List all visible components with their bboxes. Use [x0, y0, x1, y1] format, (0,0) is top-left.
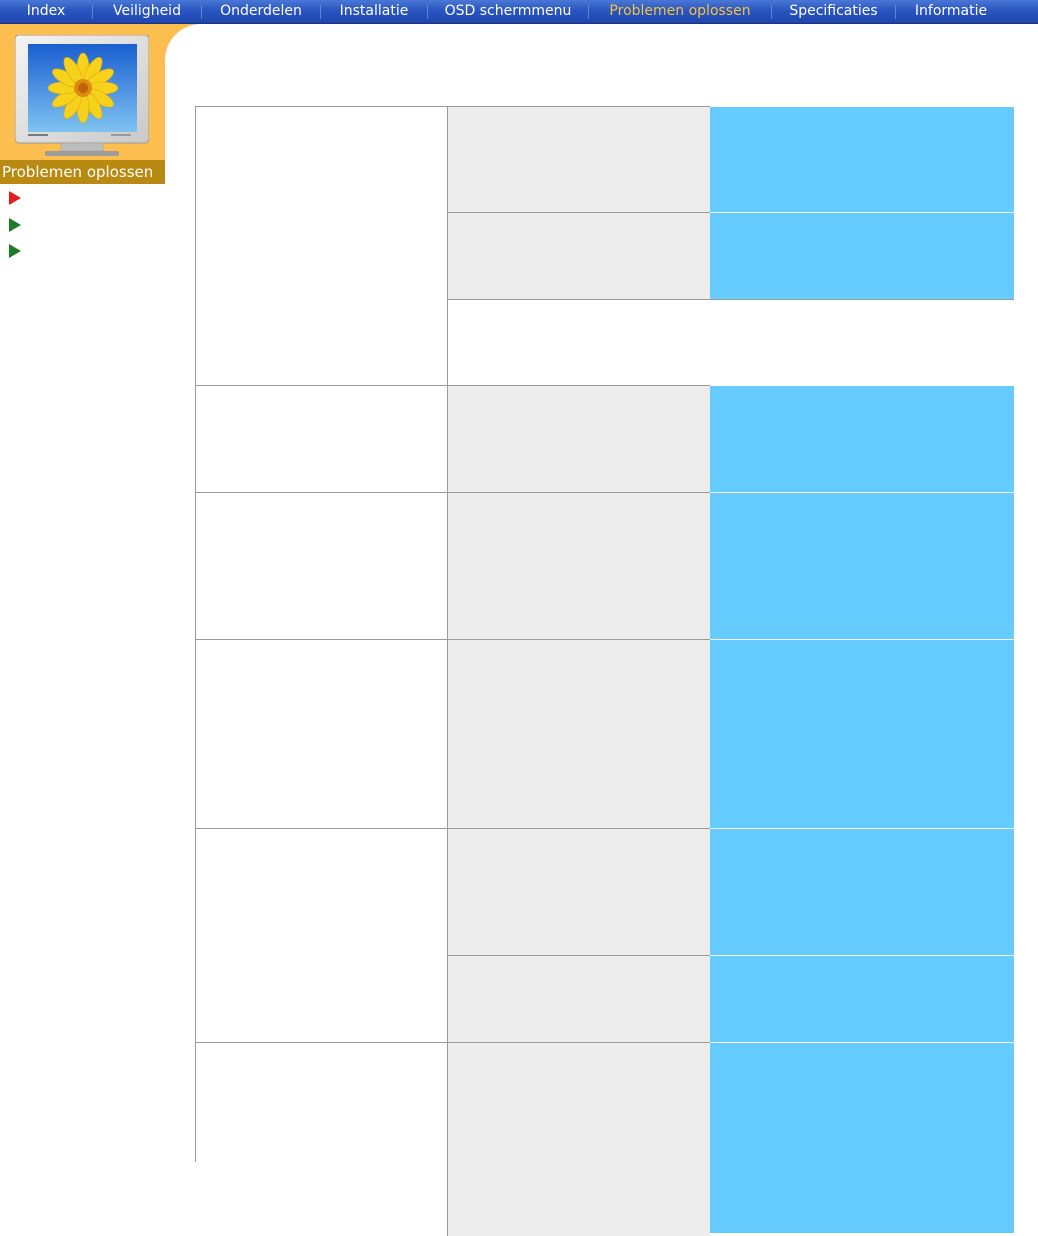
solution-cell [710, 1042, 1014, 1233]
problem-cell [195, 1042, 447, 1162]
problem-cell [195, 828, 447, 1042]
top-navigation: Index Veiligheid Onderdelen Installatie … [0, 0, 1038, 24]
problem-cell [195, 492, 447, 639]
check-cell [447, 828, 710, 955]
check-cell [447, 955, 710, 1042]
problem-cell [195, 385, 447, 492]
check-cell [447, 212, 710, 299]
check-cell [447, 1042, 710, 1236]
nav-index[interactable]: Index [0, 0, 92, 23]
nav-problemen-oplossen[interactable]: Problemen oplossen [589, 0, 771, 23]
section-label: Problemen oplossen [0, 160, 165, 184]
solution-cell [710, 212, 1014, 299]
solution-cell [710, 955, 1014, 1042]
nav-veiligheid[interactable]: Veiligheid [93, 0, 201, 23]
solution-cell [710, 828, 1014, 955]
problem-cell [195, 106, 447, 385]
solution-cell [710, 492, 1014, 639]
green-arrow-icon[interactable] [9, 244, 21, 258]
solution-cell [710, 106, 1014, 212]
nav-installatie[interactable]: Installatie [321, 0, 427, 23]
nav-osd-schermmenu[interactable]: OSD schermmenu [428, 0, 588, 23]
red-arrow-icon[interactable] [9, 191, 21, 205]
nav-onderdelen[interactable]: Onderdelen [202, 0, 320, 23]
check-cell [447, 492, 710, 639]
panel-corner-curve [165, 24, 237, 96]
check-cell [447, 385, 710, 492]
check-cell [447, 639, 710, 828]
nav-informatie[interactable]: Informatie [896, 0, 1006, 23]
check-cell [447, 106, 710, 212]
green-arrow-icon[interactable] [9, 218, 21, 232]
solution-cell [710, 639, 1014, 828]
monitor-icon [15, 35, 149, 156]
note-cell [447, 299, 1014, 385]
problem-cell [195, 639, 447, 828]
solution-cell [710, 385, 1014, 492]
nav-specificaties[interactable]: Specificaties [772, 0, 895, 23]
